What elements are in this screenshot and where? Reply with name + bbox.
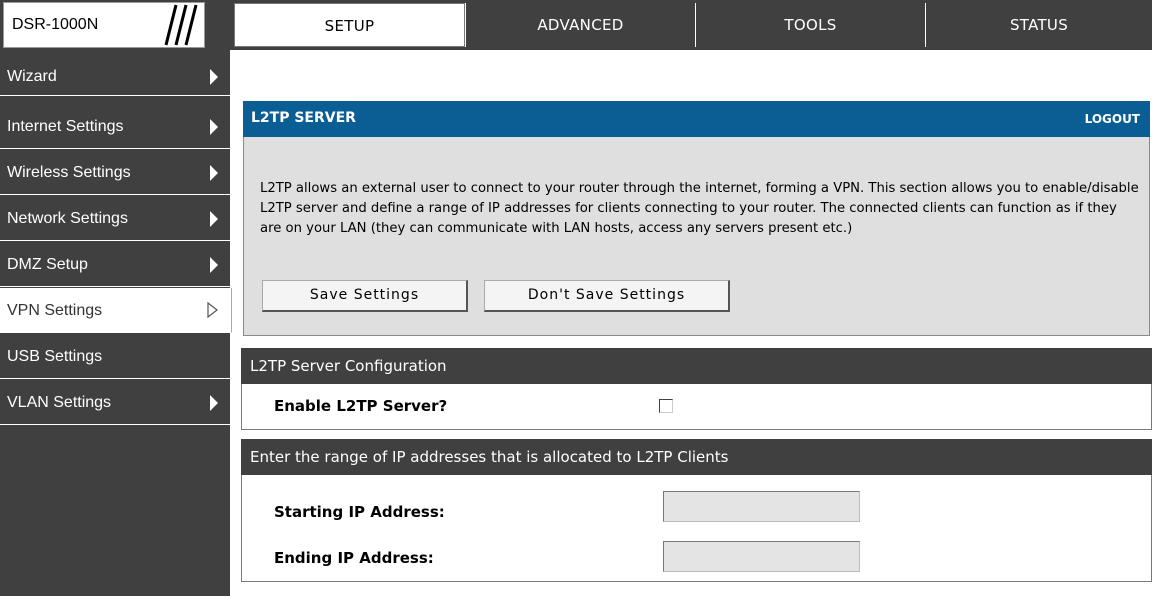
save-settings-button[interactable]: Save Settings — [262, 280, 468, 312]
enable-l2tp-label: Enable L2TP Server? — [274, 397, 448, 415]
starting-ip-label: Starting IP Address: — [274, 503, 445, 521]
sidebar-item-usb-settings[interactable]: USB Settings — [0, 334, 232, 379]
panel-header: L2TP SERVER LOGOUT — [243, 101, 1150, 137]
sidebar-item-label: Internet Settings — [7, 118, 124, 135]
top-navigation-bar: DSR-1000N SETUP ADVANCED TOOLS STATUS — [0, 0, 1152, 50]
panel-description-box: L2TP allows an external user to connect … — [243, 137, 1150, 336]
sidebar-item-label: VPN Settings — [7, 302, 103, 319]
sidebar-item-vlan-settings[interactable]: VLAN Settings — [0, 380, 232, 425]
dont-save-settings-button[interactable]: Don't Save Settings — [484, 280, 730, 312]
page-title: L2TP SERVER — [251, 110, 356, 126]
arrow-right-icon — [210, 211, 218, 227]
section-header-l2tp-config: L2TP Server Configuration — [241, 348, 1152, 384]
arrow-right-icon — [210, 257, 218, 273]
device-model-label: DSR-1000N — [12, 16, 99, 33]
logout-link[interactable]: LOGOUT — [1085, 112, 1140, 126]
arrow-right-icon — [210, 165, 218, 181]
sidebar-item-network-settings[interactable]: Network Settings — [0, 196, 232, 241]
arrow-right-icon — [210, 69, 218, 85]
section-header-ip-range: Enter the range of IP addresses that is … — [241, 439, 1152, 475]
sidebar-item-label: Wireless Settings — [7, 164, 131, 181]
sidebar-item-label: Wizard — [7, 68, 57, 85]
section-body-l2tp-config: Enable L2TP Server? — [241, 384, 1152, 430]
arrow-right-icon — [210, 395, 218, 411]
device-model-box: DSR-1000N — [3, 2, 205, 48]
sidebar-item-internet-settings[interactable]: Internet Settings — [0, 104, 232, 149]
enable-l2tp-checkbox[interactable] — [659, 399, 673, 413]
slash-logo-icon — [164, 4, 198, 46]
sidebar-item-vpn-settings[interactable]: VPN Settings — [0, 288, 232, 333]
sidebar-item-wireless-settings[interactable]: Wireless Settings — [0, 150, 232, 195]
sidebar-item-label: USB Settings — [7, 348, 103, 365]
sidebar-item-label: Network Settings — [7, 210, 128, 227]
tab-status[interactable]: STATUS — [925, 3, 1152, 47]
sidebar-item-label: DMZ Setup — [7, 256, 88, 273]
section-body-ip-range: Starting IP Address: Ending IP Address: — [241, 475, 1152, 582]
starting-ip-input[interactable] — [663, 491, 860, 522]
arrow-right-icon — [210, 119, 218, 135]
sidebar: Wizard Internet Settings Wireless Settin… — [0, 50, 232, 596]
tab-setup[interactable]: SETUP — [234, 3, 465, 47]
ending-ip-input[interactable] — [663, 541, 860, 572]
page-description: L2TP allows an external user to connect … — [260, 181, 1139, 236]
tab-advanced[interactable]: ADVANCED — [465, 3, 695, 47]
sidebar-item-dmz-setup[interactable]: DMZ Setup — [0, 242, 232, 287]
tab-tools[interactable]: TOOLS — [695, 3, 925, 47]
arrow-right-outline-icon — [207, 302, 218, 318]
sidebar-item-label: VLAN Settings — [7, 394, 112, 411]
ending-ip-label: Ending IP Address: — [274, 549, 434, 567]
sidebar-item-wizard[interactable]: Wizard — [0, 58, 232, 96]
